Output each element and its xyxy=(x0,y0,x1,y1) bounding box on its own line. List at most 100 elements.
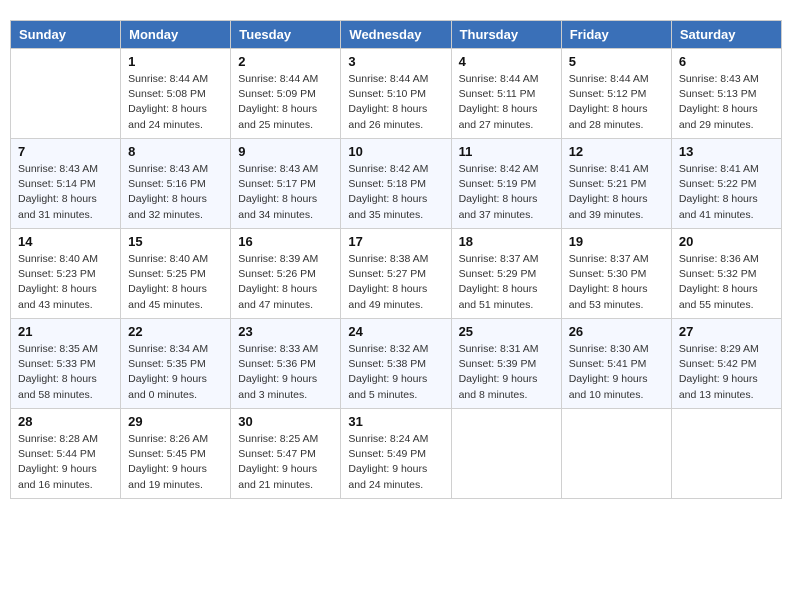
calendar-cell: 5 Sunrise: 8:44 AMSunset: 5:12 PMDaylight… xyxy=(561,49,671,139)
cell-details: Sunrise: 8:43 AMSunset: 5:13 PMDaylight:… xyxy=(679,72,774,133)
calendar-cell xyxy=(11,49,121,139)
calendar-cell: 10 Sunrise: 8:42 AMSunset: 5:18 PMDayligh… xyxy=(341,139,451,229)
week-row-5: 28 Sunrise: 8:28 AMSunset: 5:44 PMDayligh… xyxy=(11,409,782,499)
column-header-sunday: Sunday xyxy=(11,21,121,49)
cell-details: Sunrise: 8:44 AMSunset: 5:10 PMDaylight:… xyxy=(348,72,443,133)
cell-details: Sunrise: 8:41 AMSunset: 5:22 PMDaylight:… xyxy=(679,162,774,223)
day-number: 3 xyxy=(348,54,443,69)
day-number: 1 xyxy=(128,54,223,69)
day-number: 27 xyxy=(679,324,774,339)
week-row-4: 21 Sunrise: 8:35 AMSunset: 5:33 PMDayligh… xyxy=(11,319,782,409)
column-header-thursday: Thursday xyxy=(451,21,561,49)
cell-details: Sunrise: 8:24 AMSunset: 5:49 PMDaylight:… xyxy=(348,432,443,493)
calendar-cell: 29Sunrise: 8:26 AMSunset: 5:45 PMDayligh… xyxy=(121,409,231,499)
column-header-friday: Friday xyxy=(561,21,671,49)
calendar-cell: 21 Sunrise: 8:35 AMSunset: 5:33 PMDayligh… xyxy=(11,319,121,409)
calendar-cell: 18Sunrise: 8:37 AMSunset: 5:29 PMDayligh… xyxy=(451,229,561,319)
cell-details: Sunrise: 8:33 AMSunset: 5:36 PMDaylight:… xyxy=(238,342,333,403)
cell-details: Sunrise: 8:35 AMSunset: 5:33 PMDaylight:… xyxy=(18,342,113,403)
column-header-tuesday: Tuesday xyxy=(231,21,341,49)
cell-details: Sunrise: 8:42 AMSunset: 5:19 PMDaylight:… xyxy=(459,162,554,223)
cell-details: Sunrise: 8:29 AMSunset: 5:42 PMDaylight:… xyxy=(679,342,774,403)
cell-details: Sunrise: 8:39 AMSunset: 5:26 PMDaylight:… xyxy=(238,252,333,313)
day-number: 9 xyxy=(238,144,333,159)
calendar-cell: 31 Sunrise: 8:24 AMSunset: 5:49 PMDayligh… xyxy=(341,409,451,499)
day-number: 15 xyxy=(128,234,223,249)
calendar-cell: 2 Sunrise: 8:44 AMSunset: 5:09 PMDaylight… xyxy=(231,49,341,139)
cell-details: Sunrise: 8:26 AMSunset: 5:45 PMDaylight:… xyxy=(128,432,223,493)
column-header-saturday: Saturday xyxy=(671,21,781,49)
calendar-cell: 17 Sunrise: 8:38 AMSunset: 5:27 PMDayligh… xyxy=(341,229,451,319)
calendar-cell: 4 Sunrise: 8:44 AMSunset: 5:11 PMDaylight… xyxy=(451,49,561,139)
calendar-cell: 6 Sunrise: 8:43 AMSunset: 5:13 PMDaylight… xyxy=(671,49,781,139)
calendar-cell: 13 Sunrise: 8:41 AMSunset: 5:22 PMDayligh… xyxy=(671,139,781,229)
day-number: 22 xyxy=(128,324,223,339)
page-header: General Blue xyxy=(10,10,782,12)
calendar-cell: 20 Sunrise: 8:36 AMSunset: 5:32 PMDayligh… xyxy=(671,229,781,319)
day-number: 12 xyxy=(569,144,664,159)
cell-details: Sunrise: 8:36 AMSunset: 5:32 PMDaylight:… xyxy=(679,252,774,313)
calendar-cell: 30 Sunrise: 8:25 AMSunset: 5:47 PMDayligh… xyxy=(231,409,341,499)
calendar-cell xyxy=(671,409,781,499)
calendar-cell: 26Sunrise: 8:30 AMSunset: 5:41 PMDayligh… xyxy=(561,319,671,409)
calendar-cell: 19Sunrise: 8:37 AMSunset: 5:30 PMDayligh… xyxy=(561,229,671,319)
calendar-cell: 14 Sunrise: 8:40 AMSunset: 5:23 PMDayligh… xyxy=(11,229,121,319)
calendar-cell: 7Sunrise: 8:43 AMSunset: 5:14 PMDaylight… xyxy=(11,139,121,229)
cell-details: Sunrise: 8:34 AMSunset: 5:35 PMDaylight:… xyxy=(128,342,223,403)
day-number: 20 xyxy=(679,234,774,249)
cell-details: Sunrise: 8:44 AMSunset: 5:08 PMDaylight:… xyxy=(128,72,223,133)
day-number: 24 xyxy=(348,324,443,339)
cell-details: Sunrise: 8:28 AMSunset: 5:44 PMDaylight:… xyxy=(18,432,113,493)
cell-details: Sunrise: 8:43 AMSunset: 5:14 PMDaylight:… xyxy=(18,162,113,223)
calendar-cell: 3 Sunrise: 8:44 AMSunset: 5:10 PMDaylight… xyxy=(341,49,451,139)
week-row-2: 7Sunrise: 8:43 AMSunset: 5:14 PMDaylight… xyxy=(11,139,782,229)
cell-details: Sunrise: 8:38 AMSunset: 5:27 PMDaylight:… xyxy=(348,252,443,313)
calendar-cell: 12Sunrise: 8:41 AMSunset: 5:21 PMDayligh… xyxy=(561,139,671,229)
day-number: 30 xyxy=(238,414,333,429)
day-number: 19 xyxy=(569,234,664,249)
day-number: 14 xyxy=(18,234,113,249)
cell-details: Sunrise: 8:43 AMSunset: 5:17 PMDaylight:… xyxy=(238,162,333,223)
day-number: 5 xyxy=(569,54,664,69)
day-number: 23 xyxy=(238,324,333,339)
day-number: 6 xyxy=(679,54,774,69)
calendar-cell: 15Sunrise: 8:40 AMSunset: 5:25 PMDayligh… xyxy=(121,229,231,319)
calendar-cell: 9 Sunrise: 8:43 AMSunset: 5:17 PMDaylight… xyxy=(231,139,341,229)
calendar-cell: 23 Sunrise: 8:33 AMSunset: 5:36 PMDayligh… xyxy=(231,319,341,409)
cell-details: Sunrise: 8:25 AMSunset: 5:47 PMDaylight:… xyxy=(238,432,333,493)
day-number: 4 xyxy=(459,54,554,69)
cell-details: Sunrise: 8:44 AMSunset: 5:09 PMDaylight:… xyxy=(238,72,333,133)
day-number: 28 xyxy=(18,414,113,429)
calendar-cell: 27 Sunrise: 8:29 AMSunset: 5:42 PMDayligh… xyxy=(671,319,781,409)
calendar-cell: 16Sunrise: 8:39 AMSunset: 5:26 PMDayligh… xyxy=(231,229,341,319)
week-row-1: 1 Sunrise: 8:44 AMSunset: 5:08 PMDaylight… xyxy=(11,49,782,139)
cell-details: Sunrise: 8:32 AMSunset: 5:38 PMDaylight:… xyxy=(348,342,443,403)
day-number: 17 xyxy=(348,234,443,249)
day-number: 25 xyxy=(459,324,554,339)
day-number: 26 xyxy=(569,324,664,339)
calendar-cell: 11 Sunrise: 8:42 AMSunset: 5:19 PMDayligh… xyxy=(451,139,561,229)
cell-details: Sunrise: 8:31 AMSunset: 5:39 PMDaylight:… xyxy=(459,342,554,403)
calendar-cell xyxy=(561,409,671,499)
calendar-cell: 22 Sunrise: 8:34 AMSunset: 5:35 PMDayligh… xyxy=(121,319,231,409)
day-number: 8 xyxy=(128,144,223,159)
day-number: 10 xyxy=(348,144,443,159)
day-number: 2 xyxy=(238,54,333,69)
day-number: 13 xyxy=(679,144,774,159)
cell-details: Sunrise: 8:44 AMSunset: 5:12 PMDaylight:… xyxy=(569,72,664,133)
day-number: 21 xyxy=(18,324,113,339)
calendar-cell: 28 Sunrise: 8:28 AMSunset: 5:44 PMDayligh… xyxy=(11,409,121,499)
day-number: 31 xyxy=(348,414,443,429)
calendar-cell: 24 Sunrise: 8:32 AMSunset: 5:38 PMDayligh… xyxy=(341,319,451,409)
cell-details: Sunrise: 8:40 AMSunset: 5:23 PMDaylight:… xyxy=(18,252,113,313)
calendar-header-row: SundayMondayTuesdayWednesdayThursdayFrid… xyxy=(11,21,782,49)
calendar-cell xyxy=(451,409,561,499)
column-header-monday: Monday xyxy=(121,21,231,49)
calendar-cell: 25 Sunrise: 8:31 AMSunset: 5:39 PMDayligh… xyxy=(451,319,561,409)
cell-details: Sunrise: 8:42 AMSunset: 5:18 PMDaylight:… xyxy=(348,162,443,223)
calendar-cell: 8Sunrise: 8:43 AMSunset: 5:16 PMDaylight… xyxy=(121,139,231,229)
column-header-wednesday: Wednesday xyxy=(341,21,451,49)
week-row-3: 14 Sunrise: 8:40 AMSunset: 5:23 PMDayligh… xyxy=(11,229,782,319)
cell-details: Sunrise: 8:44 AMSunset: 5:11 PMDaylight:… xyxy=(459,72,554,133)
day-number: 11 xyxy=(459,144,554,159)
